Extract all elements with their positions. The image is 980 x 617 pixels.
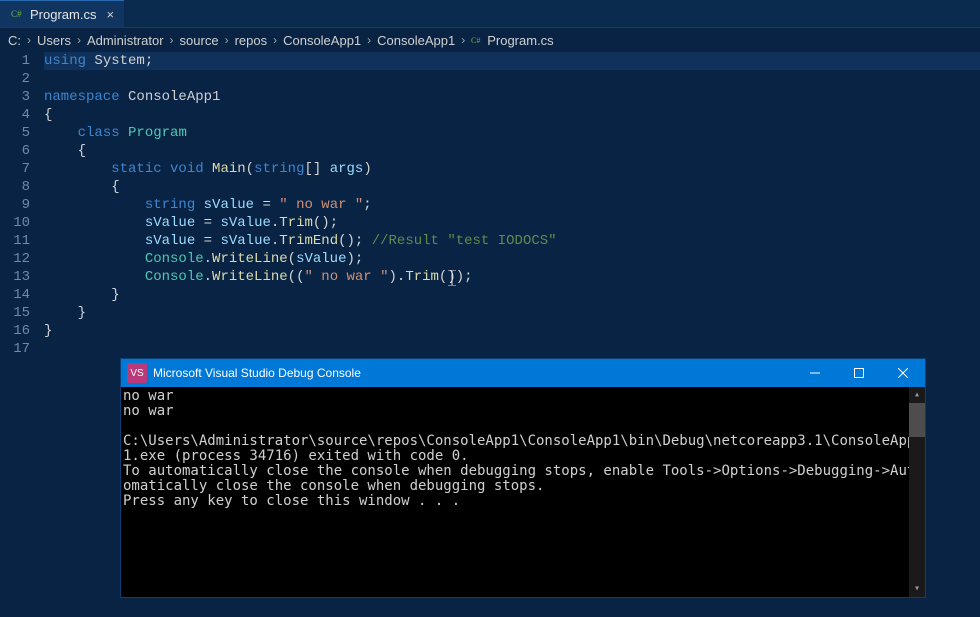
code-line[interactable]: sValue = sValue.Trim();: [44, 214, 980, 232]
console-output-area[interactable]: no war no war C:\Users\Administrator\sou…: [121, 387, 925, 597]
chevron-right-icon: ›: [363, 33, 375, 47]
line-number-gutter: 1234567891011121314151617: [0, 52, 44, 352]
breadcrumb-item[interactable]: repos: [235, 33, 268, 48]
code-line[interactable]: [44, 70, 980, 88]
line-number: 14: [0, 286, 30, 304]
close-window-button[interactable]: [881, 359, 925, 387]
code-line[interactable]: {: [44, 142, 980, 160]
line-number: 16: [0, 322, 30, 340]
chevron-right-icon: ›: [457, 33, 469, 47]
tab-label: Program.cs: [30, 7, 96, 22]
code-line[interactable]: }: [44, 286, 980, 304]
breadcrumb-item[interactable]: Users: [37, 33, 71, 48]
debug-console-window: VS Microsoft Visual Studio Debug Console…: [120, 358, 926, 598]
line-number: 12: [0, 250, 30, 268]
tab-program-cs[interactable]: C# Program.cs ×: [0, 0, 124, 27]
csharp-file-icon: C#: [471, 34, 485, 46]
line-number: 15: [0, 304, 30, 322]
code-line[interactable]: Console.WriteLine(sValue);: [44, 250, 980, 268]
breadcrumb-item[interactable]: ConsoleApp1: [377, 33, 455, 48]
scroll-thumb[interactable]: [909, 403, 925, 437]
minimize-button[interactable]: [793, 359, 837, 387]
breadcrumb-item[interactable]: ConsoleApp1: [283, 33, 361, 48]
code-line[interactable]: }: [44, 322, 980, 340]
line-number: 8: [0, 178, 30, 196]
line-number: 3: [0, 88, 30, 106]
console-titlebar[interactable]: VS Microsoft Visual Studio Debug Console: [121, 359, 925, 387]
chevron-right-icon: ›: [23, 33, 35, 47]
code-line[interactable]: class Program: [44, 124, 980, 142]
vs-app-icon: VS: [127, 363, 147, 383]
line-number: 17: [0, 340, 30, 358]
line-number: 2: [0, 70, 30, 88]
console-title: Microsoft Visual Studio Debug Console: [153, 366, 361, 380]
chevron-right-icon: ›: [166, 33, 178, 47]
line-number: 10: [0, 214, 30, 232]
code-line[interactable]: [44, 340, 980, 358]
svg-text:C#: C#: [11, 9, 22, 19]
code-editor[interactable]: 1234567891011121314151617 using System; …: [0, 52, 980, 352]
breadcrumb-item[interactable]: Administrator: [87, 33, 164, 48]
csharp-file-icon: C#: [10, 7, 24, 21]
close-tab-button[interactable]: ×: [102, 7, 114, 22]
code-line[interactable]: static void Main(string[] args): [44, 160, 980, 178]
code-line[interactable]: using System;: [44, 52, 980, 70]
breadcrumb-item[interactable]: C:: [8, 33, 21, 48]
breadcrumb-item[interactable]: source: [180, 33, 219, 48]
maximize-button[interactable]: [837, 359, 881, 387]
code-line[interactable]: sValue = sValue.TrimEnd(); //Result "tes…: [44, 232, 980, 250]
code-area[interactable]: using System; namespace ConsoleApp1{ cla…: [44, 52, 980, 352]
code-line[interactable]: Console.WriteLine((" no war ").Trim());: [44, 268, 980, 286]
code-line[interactable]: }: [44, 304, 980, 322]
line-number: 11: [0, 232, 30, 250]
console-scrollbar[interactable]: ▴ ▾: [909, 387, 925, 597]
chevron-right-icon: ›: [269, 33, 281, 47]
line-number: 13: [0, 268, 30, 286]
scroll-up-arrow-icon[interactable]: ▴: [909, 387, 925, 403]
scroll-down-arrow-icon[interactable]: ▾: [909, 581, 925, 597]
line-number: 5: [0, 124, 30, 142]
svg-text:C#: C#: [471, 36, 480, 45]
line-number: 1: [0, 52, 30, 70]
code-line[interactable]: {: [44, 106, 980, 124]
text-cursor-icon: [448, 270, 456, 286]
console-output-text: no war no war C:\Users\Administrator\sou…: [123, 389, 923, 509]
breadcrumb-item[interactable]: Program.cs: [487, 33, 553, 48]
line-number: 4: [0, 106, 30, 124]
line-number: 6: [0, 142, 30, 160]
code-line[interactable]: string sValue = " no war ";: [44, 196, 980, 214]
chevron-right-icon: ›: [73, 33, 85, 47]
line-number: 9: [0, 196, 30, 214]
chevron-right-icon: ›: [221, 33, 233, 47]
line-number: 7: [0, 160, 30, 178]
code-line[interactable]: namespace ConsoleApp1: [44, 88, 980, 106]
tab-bar: C# Program.cs ×: [0, 0, 980, 28]
breadcrumb: C:›Users›Administrator›source›repos›Cons…: [0, 28, 980, 52]
code-line[interactable]: {: [44, 178, 980, 196]
